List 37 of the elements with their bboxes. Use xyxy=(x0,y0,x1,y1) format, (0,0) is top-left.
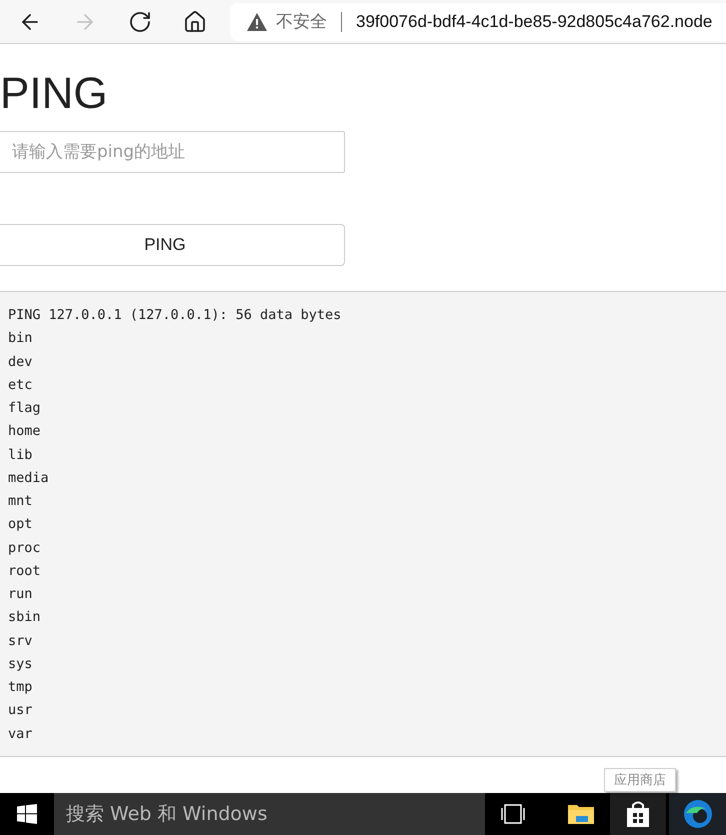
folder-icon xyxy=(567,802,595,826)
output-line: mnt xyxy=(8,492,34,511)
windows-logo-icon xyxy=(17,804,37,824)
output-line: var xyxy=(8,724,34,744)
page-title: PING xyxy=(0,72,109,116)
store-button[interactable] xyxy=(610,793,666,835)
output-line: flag xyxy=(8,399,42,418)
output-line: usr xyxy=(8,701,34,720)
output-line: tmp xyxy=(8,678,34,697)
output-line: home xyxy=(8,422,42,442)
output-line: run xyxy=(8,585,34,604)
output-line: dev xyxy=(8,352,34,372)
output-line: root xyxy=(8,562,42,581)
security-label: 不安全 xyxy=(276,11,327,33)
task-view-icon xyxy=(500,804,526,824)
output-line: opt xyxy=(8,515,34,534)
tooltip: 应用商店 xyxy=(604,768,676,792)
output-line: sys xyxy=(8,654,34,674)
warning-icon xyxy=(246,12,268,32)
shopping-bag-icon xyxy=(625,800,651,828)
output-line: etc xyxy=(8,376,34,395)
output-line: proc xyxy=(8,538,42,558)
url-text: 39f0076d-bdf4-4c1d-be85-92d805c4a762.node xyxy=(356,12,712,32)
address-bar[interactable]: 不安全 39f0076d-bdf4-4c1d-be85-92d805c4a762.node xyxy=(230,2,726,40)
ping-button[interactable]: PING xyxy=(0,224,345,266)
home-icon xyxy=(183,10,207,34)
output-line: sbin xyxy=(8,608,42,628)
output-line: lib xyxy=(8,446,34,464)
output-line: PING 127.0.0.1 (127.0.0.1): 56 data bytes xyxy=(8,306,342,325)
output-line: media xyxy=(8,468,50,488)
address-input-field[interactable]: 请输入需要ping的地址 xyxy=(0,131,345,173)
browser-icon xyxy=(682,799,712,829)
output-line: srv xyxy=(8,632,34,650)
output-line: bin xyxy=(8,329,34,348)
taskbar-search-field[interactable]: 搜索 Web 和 Windows xyxy=(54,793,485,835)
reload-icon xyxy=(128,10,152,34)
browser-taskbar-button[interactable] xyxy=(669,793,726,835)
